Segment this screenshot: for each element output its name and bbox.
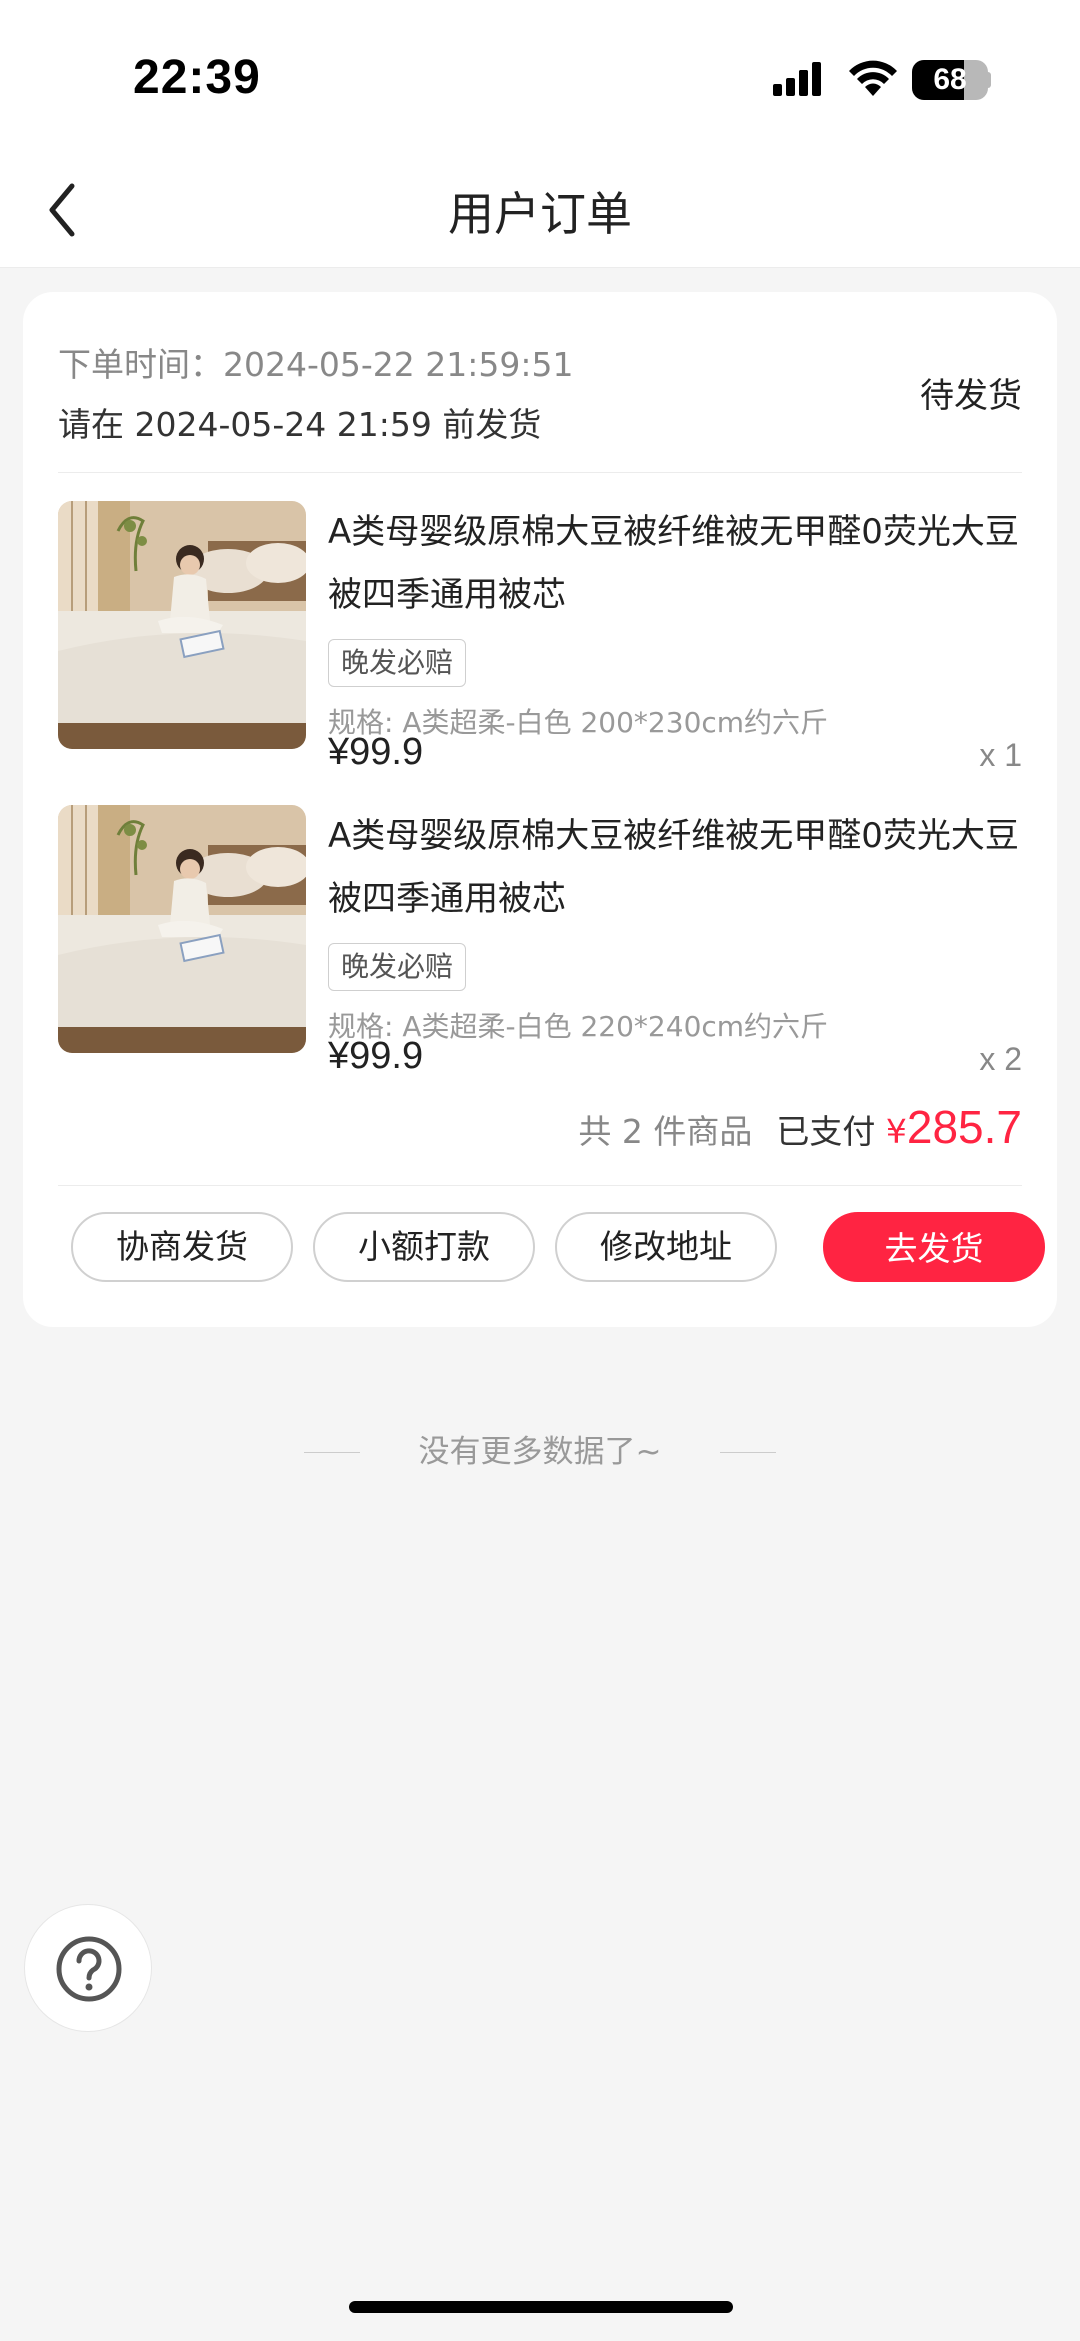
item-count: 共 2 件商品 (578, 1112, 753, 1151)
product-quantity: x 1 (979, 737, 1022, 773)
product-price: ¥99.9 (328, 731, 424, 773)
no-more-divider-right (720, 1452, 776, 1453)
order-status-badge: 待发货 (920, 376, 1022, 416)
status-time: 22:39 (133, 51, 261, 104)
help-button[interactable] (24, 1904, 152, 2032)
product-price: ¥99.9 (328, 1035, 424, 1077)
order-card[interactable]: 下单时间：2024-05-22 21:59:51 请在 2024-05-24 2… (23, 292, 1057, 1327)
order-time-label: 下单时间： (58, 345, 223, 384)
page-title: 用户订单 (448, 187, 632, 241)
paid-amount: 285.7 (906, 1101, 1022, 1153)
order-summary: 共 2 件商品 已支付 ¥285.7 (578, 1100, 1022, 1154)
ship-now-button[interactable]: 去发货 (823, 1212, 1045, 1282)
order-time: 下单时间：2024-05-22 21:59:51 (58, 338, 573, 386)
no-more-data-text: 没有更多数据了~ (418, 1434, 662, 1470)
status-bar: 22:39 68 (0, 0, 1080, 150)
wifi-icon (849, 60, 897, 96)
battery-icon: 68 (912, 60, 988, 100)
late-compensation-tag: 晚发必赔 (328, 943, 467, 991)
negotiate-shipping-button[interactable]: 协商发货 (71, 1212, 293, 1282)
battery-cap (986, 72, 991, 88)
product-title[interactable]: A类母婴级原棉大豆被纤维被无甲醛0荧光大豆被四季通用被芯 (328, 501, 1022, 627)
paid-label: 已支付 (776, 1112, 876, 1151)
order-actions: 协商发货 小额打款 修改地址 去发货 (71, 1212, 1047, 1282)
home-indicator (349, 2301, 733, 2313)
product-item[interactable]: A类母婴级原棉大豆被纤维被无甲醛0荧光大豆被四季通用被芯 晚发必赔 规格: A类… (58, 501, 1022, 781)
product-title[interactable]: A类母婴级原棉大豆被纤维被无甲醛0荧光大豆被四季通用被芯 (328, 805, 1022, 931)
divider (58, 472, 1022, 473)
divider (58, 1185, 1022, 1186)
product-image[interactable] (58, 501, 306, 749)
currency-symbol: ¥ (885, 1112, 907, 1151)
battery-level: 68 (933, 63, 967, 96)
order-time-value: 2024-05-22 21:59:51 (223, 345, 574, 384)
ship-deadline: 请在 2024-05-24 21:59 前发货 (58, 405, 542, 444)
signal-icon (773, 62, 821, 96)
product-image[interactable] (58, 805, 306, 1053)
question-circle-icon (56, 1936, 122, 2002)
product-item[interactable]: A类母婴级原棉大豆被纤维被无甲醛0荧光大豆被四季通用被芯 晚发必赔 规格: A类… (58, 805, 1022, 1085)
nav-bar: 用户订单 (0, 150, 1080, 268)
small-payment-button[interactable]: 小额打款 (313, 1212, 535, 1282)
modify-address-button[interactable]: 修改地址 (555, 1212, 777, 1282)
late-compensation-tag: 晚发必赔 (328, 639, 467, 687)
product-quantity: x 2 (979, 1041, 1022, 1077)
